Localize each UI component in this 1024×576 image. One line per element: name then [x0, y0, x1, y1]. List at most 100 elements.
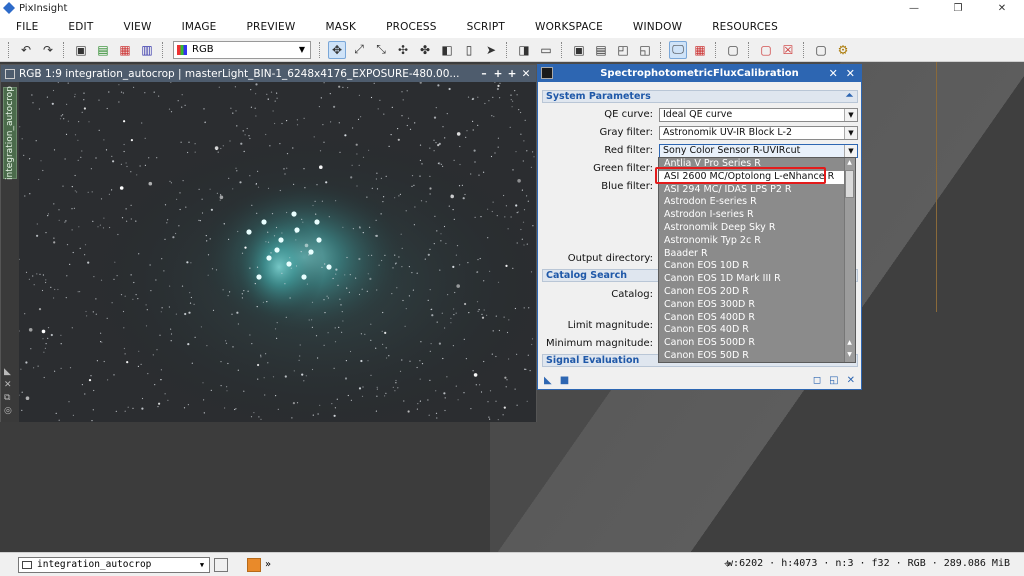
shade-button[interactable]: – [478, 68, 490, 80]
dropdown-item[interactable]: Baader R [659, 248, 844, 261]
toolbar-grip[interactable] [8, 41, 11, 58]
dialog-close-button[interactable]: ✕ [846, 67, 855, 80]
preview-delete-all-icon[interactable]: ☒ [779, 41, 797, 59]
toolbar-grip[interactable] [660, 41, 663, 58]
mask-enable-icon[interactable]: ▤ [592, 41, 610, 59]
toolbar-grip[interactable] [561, 41, 564, 58]
toolbar-grip[interactable] [162, 41, 165, 58]
scrollbar-thumb[interactable] [845, 170, 854, 198]
menu-mask[interactable]: MASK [325, 21, 356, 33]
close-window-button[interactable]: ✕ [980, 0, 1024, 16]
screen-stf-icon[interactable]: 🖵 [669, 40, 687, 59]
menu-workspace[interactable]: WORKSPACE [535, 21, 603, 33]
qe-curve-combo[interactable]: Ideal QE curve ▼ [659, 108, 858, 122]
browse-doc-icon[interactable]: ◻ [813, 375, 821, 386]
scroll-up-icon[interactable]: ▲ [845, 338, 854, 348]
redo-icon[interactable]: ↷ [39, 41, 57, 59]
sidebar-lock-icon[interactable]: ◣ [4, 367, 16, 377]
reset-icon[interactable]: ✕ [847, 375, 855, 386]
overflow-chevron[interactable]: » [265, 559, 271, 570]
preview-delete-icon[interactable]: ▢ [757, 41, 775, 59]
dropdown-scrollbar[interactable]: ▲ ▲ ▼ [844, 158, 855, 362]
mask-remove-icon[interactable]: ◱ [636, 41, 654, 59]
dialog-shade-button[interactable]: ✕ [829, 67, 838, 80]
collapse-icon[interactable]: ⏶ [846, 91, 853, 102]
dropdown-item[interactable]: Canon EOS 10D R [659, 260, 844, 273]
toolbar-grip[interactable] [748, 41, 751, 58]
toolbar-grip[interactable] [715, 41, 718, 58]
dropdown-item[interactable]: Astronomik Deep Sky R [659, 222, 844, 235]
red-filter-combo[interactable]: Sony Color Sensor R-UVIRcut ▼ [659, 144, 858, 158]
view-explorer-button[interactable] [214, 558, 228, 572]
menu-resources[interactable]: RESOURCES [712, 21, 778, 33]
undo-icon[interactable]: ↶ [17, 41, 35, 59]
astro-image[interactable] [19, 82, 536, 422]
dropdown-item[interactable]: Canon EOS 40D R [659, 324, 844, 337]
maximize-button[interactable]: ❐ [936, 0, 980, 16]
menu-file[interactable]: FILE [16, 21, 38, 33]
toolbar-grip[interactable] [803, 41, 806, 58]
menu-preview[interactable]: PREVIEW [247, 21, 296, 33]
rgb-channels-icon[interactable]: ▦ [116, 41, 134, 59]
dialog-titlebar[interactable]: SpectrophotometricFluxCalibration ✕ ✕ [538, 65, 861, 82]
menu-window[interactable]: WINDOW [633, 21, 682, 33]
image-window-titlebar[interactable]: RGB 1:9 integration_autocrop | masterLig… [1, 65, 536, 82]
apply-global-icon[interactable]: ■ [560, 375, 569, 386]
dropdown-item[interactable]: Canon EOS 50D R [659, 350, 844, 362]
new-image-icon[interactable]: ▣ [72, 41, 90, 59]
sidebar-clone-icon[interactable]: ⧉ [4, 393, 16, 403]
dropdown-item[interactable]: ASI 294 MC/ IDAS LPS P2 R [659, 184, 844, 197]
scroll-up-icon[interactable]: ▲ [845, 158, 854, 168]
red-filter-dropdown-list[interactable]: Antlia V Pro Series R ASI 2600 MC/Optolo… [658, 157, 856, 363]
toolbar-grip[interactable] [506, 41, 509, 58]
explorer-icon[interactable]: ◨ [515, 41, 533, 59]
track-view-icon[interactable]: ◱ [829, 375, 838, 386]
new-instance-icon[interactable]: ◣ [544, 375, 552, 386]
menu-script[interactable]: SCRIPT [467, 21, 505, 33]
minimize-button[interactable]: — [892, 0, 936, 16]
mask-show-icon[interactable]: ▣ [570, 41, 588, 59]
dropdown-item[interactable]: Canon EOS 20D R [659, 286, 844, 299]
mask-invert-icon[interactable]: ◰ [614, 41, 632, 59]
move-icon[interactable]: ✣ [394, 41, 412, 59]
toolbar-grip[interactable] [319, 41, 322, 58]
dropdown-item[interactable]: Canon EOS 400D R [659, 312, 844, 325]
menu-view[interactable]: VIEW [123, 21, 151, 33]
view-tab[interactable]: integration_autocrop [3, 86, 17, 180]
dropdown-item[interactable]: Canon EOS 1D Mark III R [659, 273, 844, 286]
preview-new-icon[interactable]: ▢ [724, 41, 742, 59]
fit-view-icon[interactable]: ▯ [460, 41, 478, 59]
dropdown-item[interactable]: Astrodon E-series R [659, 196, 844, 209]
view-selector[interactable]: integration_autocrop ▼ [18, 557, 210, 573]
dropdown-item[interactable]: Canon EOS 500D R [659, 337, 844, 350]
pointer-icon[interactable]: ➤ [482, 41, 500, 59]
section-system-parameters[interactable]: System Parameters ⏶ [542, 90, 858, 103]
toolbar-grip[interactable] [63, 41, 66, 58]
zoom-in-mode-icon[interactable]: ⤢ [350, 41, 368, 59]
readout-icon[interactable]: ◧ [438, 41, 456, 59]
menu-edit[interactable]: EDIT [68, 21, 93, 33]
pan-mode-icon[interactable]: ✥ [328, 40, 346, 59]
gray-filter-combo[interactable]: Astronomik UV-IR Block L-2 ▼ [659, 126, 858, 140]
split-channels-icon[interactable]: ▥ [138, 41, 156, 59]
history-icon[interactable]: ▭ [537, 41, 555, 59]
dropdown-item[interactable]: Astronomik Typ 2c R [659, 235, 844, 248]
process-icon-button[interactable] [247, 558, 261, 572]
color-mode-select[interactable]: RGB ▼ [173, 40, 311, 59]
preview-store-icon[interactable]: ▢ [812, 41, 830, 59]
sidebar-mask-icon[interactable]: ◎ [4, 406, 16, 416]
center-icon[interactable]: ✤ [416, 41, 434, 59]
dropdown-item[interactable]: Astrodon I-series R [659, 209, 844, 222]
maximize-image-button[interactable]: + [506, 68, 518, 80]
dropdown-item[interactable]: Canon EOS 300D R [659, 299, 844, 312]
zoom-out-mode-icon[interactable]: ⤡ [372, 41, 390, 59]
stf-disable-icon[interactable]: ▦ [691, 41, 709, 59]
scroll-down-icon[interactable]: ▼ [845, 350, 854, 360]
menu-process[interactable]: PROCESS [386, 21, 437, 33]
menu-image[interactable]: IMAGE [182, 21, 217, 33]
close-image-button[interactable]: ✕ [520, 68, 532, 80]
preview-restore-icon[interactable]: ⚙ [834, 41, 852, 59]
clone-image-icon[interactable]: ▤ [94, 41, 112, 59]
iconize-button[interactable]: + [492, 68, 504, 80]
sidebar-fit-icon[interactable]: ✕ [4, 380, 16, 390]
